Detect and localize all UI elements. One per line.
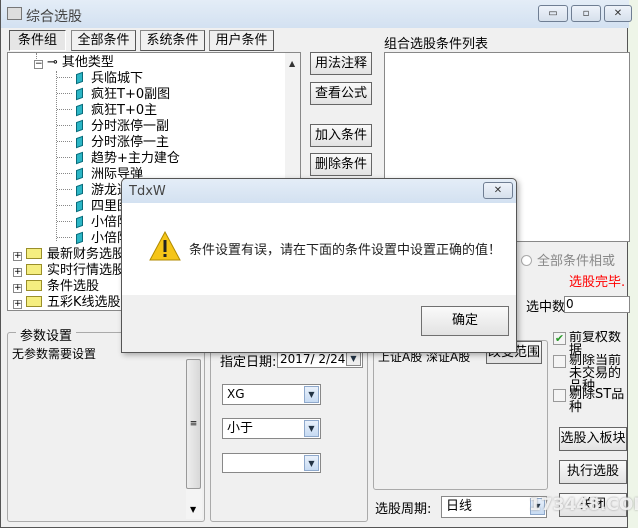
checkbox-icon[interactable]	[553, 389, 566, 402]
scroll-down-icon[interactable]: ▼	[190, 505, 196, 514]
condition-list-label: 组合选股条件列表	[384, 37, 489, 52]
chevron-down-icon[interactable]: ▼	[304, 455, 319, 471]
formula-icon	[76, 71, 83, 85]
ok-button[interactable]: 确定	[421, 306, 509, 336]
usage-button[interactable]: 用法注释	[310, 52, 372, 75]
checkbox-icon[interactable]: ✔	[553, 332, 566, 345]
expand-icon[interactable]: +	[13, 268, 22, 277]
expand-icon[interactable]: +	[13, 252, 22, 261]
formula-icon	[76, 87, 83, 101]
tree-item[interactable]: 疯狂T+0副图	[57, 87, 170, 103]
delete-condition-button[interactable]: 删除条件	[310, 153, 372, 176]
tree-folder[interactable]: + 最新财务选股	[13, 247, 125, 263]
tree-item[interactable]: 分时涨停一主	[57, 135, 169, 151]
app-icon	[7, 7, 22, 20]
variable-select[interactable]: XG ▼	[222, 384, 321, 405]
tree-item[interactable]: 小倍阳	[57, 215, 130, 231]
expand-icon[interactable]: +	[13, 284, 22, 293]
selected-count-field: 0	[564, 296, 630, 313]
tree-item[interactable]: 分时涨停一副	[57, 119, 169, 135]
minimize-button[interactable]: ▭	[538, 5, 568, 22]
formula-icon	[76, 103, 83, 117]
date-label: 指定日期:	[220, 355, 277, 370]
folder-icon	[26, 280, 42, 291]
window-title: 综合选股	[26, 9, 82, 25]
tree-folder[interactable]: + 五彩K线选股	[13, 295, 121, 310]
view-formula-button[interactable]: 查看公式	[310, 82, 372, 105]
execute-button[interactable]: 执行选股	[559, 460, 627, 484]
tab-system-conditions[interactable]: 系统条件	[140, 30, 205, 51]
formula-icon	[76, 199, 83, 213]
period-label: 选股周期:	[375, 502, 432, 517]
formula-icon	[76, 119, 83, 133]
formula-icon	[76, 135, 83, 149]
params-scrollbar[interactable]: ≡ ▼	[186, 357, 202, 519]
tab-user-conditions[interactable]: 用户条件	[209, 30, 274, 51]
add-condition-button[interactable]: 加入条件	[310, 124, 372, 147]
dialog-close-button[interactable]: ✕	[483, 182, 513, 199]
maximize-button[interactable]: ▫	[571, 5, 601, 22]
error-dialog: TdxW ✕ 条件设置有误，请在下面的条件设置中设置正确的值！ 确定	[121, 178, 517, 353]
tree-item[interactable]: 小倍阳	[57, 231, 130, 247]
chevron-down-icon[interactable]: ▼	[304, 420, 319, 437]
params-group: 参数设置 无参数需要设置 ≡ ▼	[7, 325, 205, 522]
dropdown-arrow-icon[interactable]: ▼	[346, 352, 361, 366]
tree-item[interactable]: 四里图	[57, 199, 130, 215]
params-title: 参数设置	[16, 325, 77, 344]
tree-item[interactable]: 兵临城下	[57, 71, 143, 87]
value-select[interactable]: ▼	[222, 453, 321, 473]
add-to-block-button[interactable]: 选股入板块	[559, 427, 627, 451]
tree-folder[interactable]: + 条件选股	[13, 279, 99, 295]
folder-icon	[26, 248, 42, 259]
title-bar: 综合选股 ▭ ▫ ✕	[1, 0, 632, 28]
formula-icon	[76, 167, 83, 181]
radio-icon[interactable]	[521, 255, 532, 266]
tree-folder[interactable]: + 实时行情选股	[13, 263, 125, 279]
dialog-title-bar: TdxW ✕	[122, 179, 516, 203]
folder-icon	[26, 264, 42, 275]
chevron-down-icon[interactable]: ▼	[304, 386, 319, 403]
formula-icon	[76, 151, 83, 165]
tree-group-other[interactable]: − ⊸ 其他类型	[34, 55, 114, 71]
tree-item[interactable]: 趋势+主力建仓	[57, 151, 180, 167]
params-text: 无参数需要设置	[12, 347, 97, 361]
tab-all-conditions[interactable]: 全部条件	[71, 30, 136, 51]
collapse-icon[interactable]: −	[34, 60, 43, 69]
status-text: 选股完毕.	[569, 275, 626, 290]
warning-icon	[149, 231, 181, 261]
formula-icon	[76, 215, 83, 229]
key-icon: ⊸	[47, 55, 58, 70]
watermark: 173448.COM	[529, 495, 638, 515]
formula-icon	[76, 183, 83, 197]
selected-count-label: 选中数	[526, 300, 566, 315]
tree-item[interactable]: 疯狂T+0主	[57, 103, 157, 119]
operator-select[interactable]: 小于 ▼	[222, 418, 321, 439]
close-button[interactable]: ✕	[604, 5, 632, 22]
tab-condition-group[interactable]: 条件组	[9, 30, 66, 51]
radio-or[interactable]: 全部条件相或	[521, 250, 615, 269]
folder-icon	[26, 296, 42, 307]
checkbox-icon[interactable]	[553, 355, 566, 368]
dialog-title: TdxW	[129, 184, 166, 199]
dialog-body: 条件设置有误，请在下面的条件设置中设置正确的值！	[122, 203, 516, 295]
scroll-thumb[interactable]: ≡	[186, 359, 201, 489]
formula-icon	[76, 231, 83, 245]
dialog-message: 条件设置有误，请在下面的条件设置中设置正确的值！	[189, 243, 502, 258]
scroll-up-icon[interactable]: ▲	[289, 59, 295, 68]
expand-icon[interactable]: +	[13, 300, 22, 309]
